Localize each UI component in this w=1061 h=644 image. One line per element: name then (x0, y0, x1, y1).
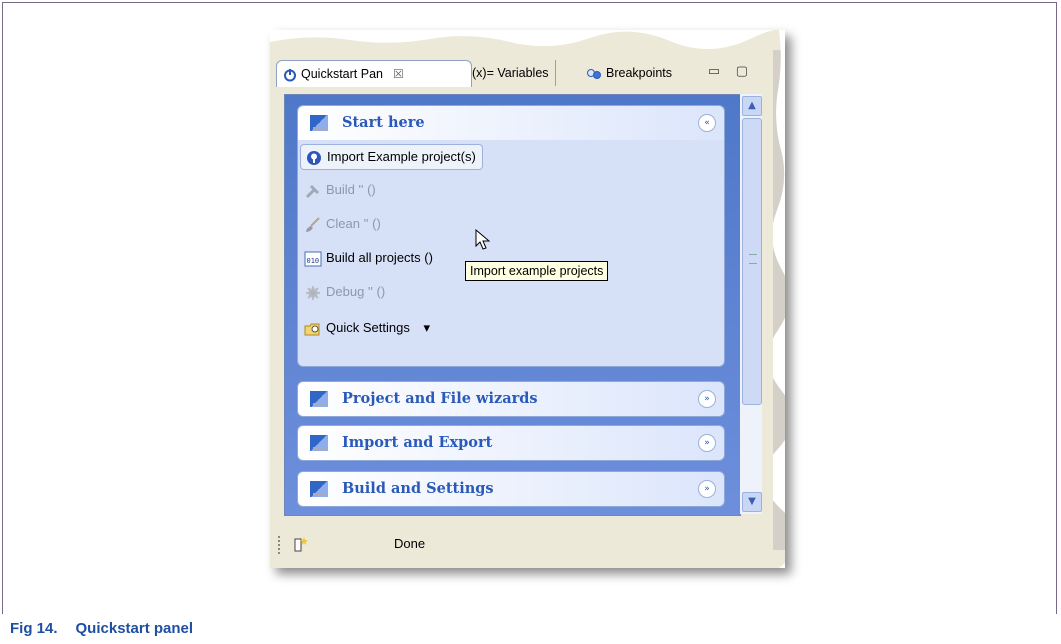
link-label: Debug '' () (326, 284, 386, 299)
collapse-icon[interactable]: « (698, 114, 716, 132)
section-start-here: Start here « Import Example project(s) B… (297, 105, 725, 367)
breakpoint-icon (587, 68, 601, 79)
section-title: Import and Export (342, 434, 493, 451)
status-bar: Done (276, 530, 766, 560)
link-label: Build all projects () (326, 250, 433, 265)
tab-breakpoints[interactable]: Breakpoints (580, 60, 678, 86)
torn-edge-top (270, 30, 785, 50)
scroll-up-icon[interactable]: ▲ (742, 96, 762, 116)
status-icon (294, 537, 308, 552)
tab-variables[interactable]: (x)= Variables (466, 60, 556, 86)
torn-edge-right (773, 30, 785, 568)
link-label: Quick Settings (326, 320, 410, 335)
screenshot-window: Quickstart Pan ☒ (x)= Variables Breakpoin… (270, 30, 785, 568)
build-link[interactable]: Build '' () (304, 178, 376, 202)
build-all-projects-link[interactable]: 010 Build all projects () (304, 246, 433, 270)
section-header[interactable]: Start here « (298, 106, 724, 140)
lightbulb-icon (307, 150, 321, 165)
status-text: Done (394, 536, 426, 551)
tab-variables-label: (x)= Variables (472, 66, 549, 80)
vertical-scrollbar[interactable]: ▲ ▼ (740, 94, 762, 514)
power-icon (284, 68, 296, 82)
scrollbar-thumb[interactable] (742, 118, 762, 405)
figure-caption: Fig 14. Quickstart panel (10, 620, 193, 637)
lpcxpresso-logo-icon (310, 391, 328, 407)
section-project-file-wizards[interactable]: Project and File wizards » (297, 381, 725, 417)
view-tab-strip: Quickstart Pan ☒ (x)= Variables Breakpoin… (276, 58, 766, 88)
expand-icon[interactable]: » (698, 480, 716, 498)
lpcxpresso-logo-icon (310, 435, 328, 451)
link-label: Clean '' () (326, 216, 381, 231)
scroll-down-icon[interactable]: ▼ (742, 492, 762, 512)
binary-icon: 010 (304, 251, 322, 267)
minimize-maximize-icons[interactable]: ▭ ▢ (708, 63, 754, 79)
tooltip: Import example projects (465, 261, 609, 281)
debug-link[interactable]: Debug '' () (304, 280, 385, 304)
expand-icon[interactable]: » (698, 390, 716, 408)
folder-settings-icon (304, 323, 320, 336)
section-title: Start here (342, 114, 425, 131)
caption-number: Fig 14. (10, 620, 58, 637)
lpcxpresso-logo-icon (310, 115, 328, 131)
section-title: Project and File wizards (342, 390, 538, 407)
section-build-settings[interactable]: Build and Settings » (297, 471, 725, 507)
status-grip (278, 536, 283, 554)
lpcxpresso-logo-icon (310, 481, 328, 497)
quickstart-panel: Start here « Import Example project(s) B… (284, 94, 741, 516)
clean-link[interactable]: Clean '' () (304, 212, 381, 236)
svg-text:010: 010 (307, 257, 320, 265)
tab-quickstart[interactable]: Quickstart Pan ☒ (276, 60, 472, 87)
tab-quickstart-label: Quickstart Pan (301, 67, 383, 81)
mouse-cursor-icon (475, 229, 491, 250)
expand-icon[interactable]: » (698, 434, 716, 452)
tab-breakpoints-label: Breakpoints (606, 66, 673, 80)
link-label: Build '' () (326, 182, 376, 197)
hammer-icon (305, 184, 319, 198)
close-icon[interactable]: ☒ (393, 67, 404, 81)
debug-icon (306, 285, 320, 300)
section-import-export[interactable]: Import and Export » (297, 425, 725, 461)
section-title: Build and Settings (342, 480, 494, 497)
broom-icon (306, 216, 320, 232)
link-label: Import Example project(s) (327, 149, 476, 164)
caption-title: Quickstart panel (75, 620, 194, 637)
chevron-down-icon[interactable]: ▾ (423, 320, 430, 335)
quick-settings-menu[interactable]: Quick Settings ▾ (304, 316, 430, 340)
import-example-projects-link[interactable]: Import Example project(s) (300, 144, 483, 170)
